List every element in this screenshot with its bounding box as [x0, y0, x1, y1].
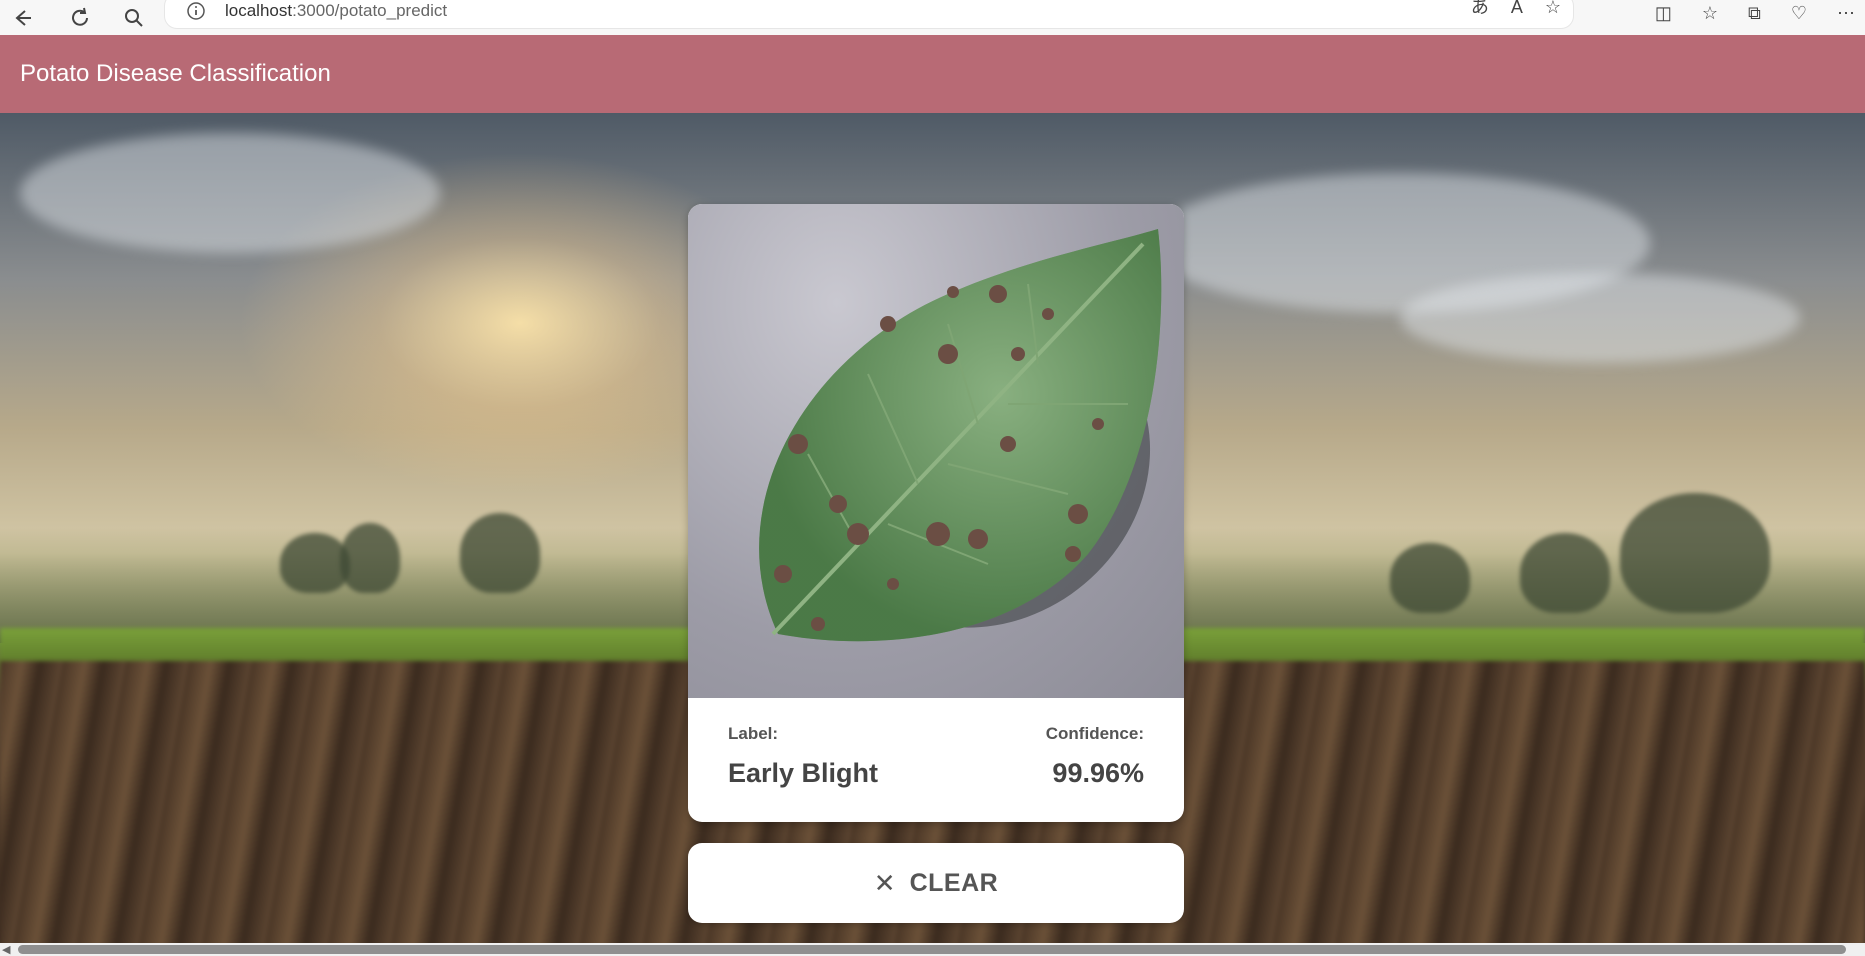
confidence-title: Confidence:: [1045, 724, 1144, 743]
more-icon[interactable]: ⋯: [1837, 4, 1855, 22]
url-path: :3000/potato_predict: [292, 1, 448, 20]
clear-button-label: CLEAR: [909, 868, 999, 897]
address-bar[interactable]: localhost:3000/potato_predict あ A ☆: [165, 0, 1573, 28]
info-icon[interactable]: [185, 0, 207, 22]
collections-icon[interactable]: ⧉: [1748, 4, 1761, 22]
close-icon: ✕: [873, 868, 896, 898]
health-icon[interactable]: ♡: [1791, 4, 1807, 22]
label-value: Early Blight: [728, 758, 879, 788]
uploaded-leaf-image: [688, 204, 1184, 698]
browser-toolbar: localhost:3000/potato_predict あ A ☆ ◫ ☆ …: [0, 0, 1865, 35]
horizontal-scrollbar[interactable]: ◀: [0, 943, 1865, 956]
refresh-icon[interactable]: [66, 4, 94, 32]
scroll-left-icon[interactable]: ◀: [2, 943, 10, 956]
label-title: Label:: [728, 724, 779, 743]
confidence-value: 99.96%: [1052, 758, 1144, 788]
split-screen-icon[interactable]: ◫: [1655, 4, 1672, 22]
page-title: Potato Disease Classification: [20, 60, 331, 87]
prediction-result: Label: Early Blight Confidence: 99.96%: [728, 724, 1144, 814]
text-icon[interactable]: A: [1511, 0, 1523, 16]
clear-button[interactable]: ✕ CLEAR: [688, 843, 1184, 923]
result-card: Label: Early Blight Confidence: 99.96%: [688, 204, 1184, 822]
url-host: localhost: [225, 1, 293, 20]
search-icon[interactable]: [120, 4, 148, 32]
back-icon[interactable]: [8, 4, 36, 32]
scrollbar-thumb[interactable]: [18, 945, 1846, 954]
favorites-icon[interactable]: ☆: [1702, 4, 1718, 22]
url-text[interactable]: localhost:3000/potato_predict: [225, 1, 447, 21]
read-aloud-icon[interactable]: あ: [1471, 0, 1489, 16]
favorite-star-icon[interactable]: ☆: [1545, 0, 1561, 16]
app-header: Potato Disease Classification: [0, 35, 1865, 113]
